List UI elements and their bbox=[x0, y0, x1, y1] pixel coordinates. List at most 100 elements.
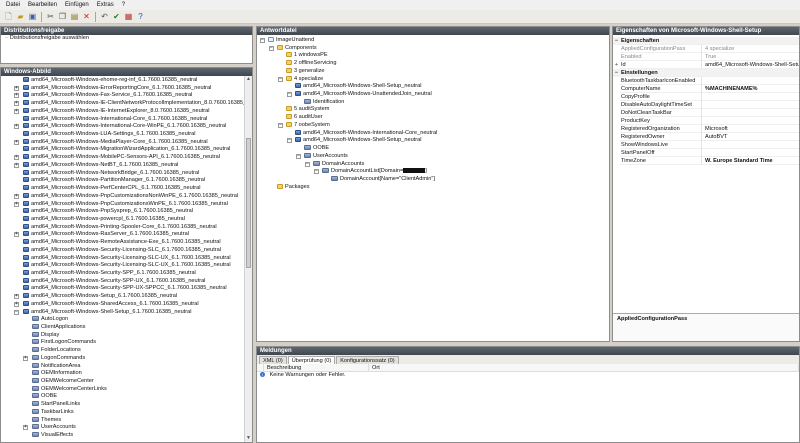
collapse-icon[interactable]: − bbox=[296, 153, 301, 159]
copy-icon[interactable]: ❐ bbox=[57, 11, 68, 22]
undo-icon[interactable]: ↶ bbox=[99, 11, 110, 22]
expand-icon[interactable]: + bbox=[14, 301, 19, 307]
tree-item[interactable]: amd64_Microsoft-Windows-ehome-reg-inf_6.… bbox=[23, 77, 252, 85]
new-icon[interactable]: 🗋 bbox=[3, 11, 14, 22]
answer-tree-item[interactable]: Packages bbox=[260, 184, 609, 192]
answer-tree-item[interactable]: 5 auditSystem bbox=[260, 106, 609, 114]
tree-item[interactable]: + amd64_Microsoft-Windows-NetBT_6.1.7600.… bbox=[14, 162, 252, 170]
property-row[interactable]: RegisteredOrganization Microsoft bbox=[613, 125, 799, 133]
property-value[interactable]: %MACHINENAME% bbox=[702, 85, 799, 93]
property-value[interactable] bbox=[702, 141, 799, 149]
property-value[interactable]: True bbox=[702, 53, 799, 61]
expand-icon[interactable]: + bbox=[23, 355, 28, 361]
distribution-share-item[interactable]: – Distributionsfreigabe auswählen bbox=[1, 35, 252, 43]
property-value[interactable]: 4 specialize bbox=[702, 45, 799, 53]
scroll-thumb[interactable] bbox=[246, 138, 251, 268]
collapse-icon[interactable]: − bbox=[314, 169, 319, 175]
answer-tree-item[interactable]: − amd64_Microsoft-Windows-Shell-Setup_neu… bbox=[260, 137, 609, 145]
collapse-icon[interactable]: − bbox=[278, 76, 283, 82]
tree-item[interactable]: + LogonCommands bbox=[23, 355, 252, 363]
create-icon[interactable]: ▦ bbox=[123, 11, 134, 22]
expand-icon[interactable]: + bbox=[14, 232, 19, 238]
property-row[interactable]: DoNotCleanTaskBar bbox=[613, 109, 799, 117]
tree-item[interactable]: NotificationArea bbox=[23, 363, 252, 371]
expand-icon[interactable]: + bbox=[14, 124, 19, 130]
property-value[interactable] bbox=[702, 117, 799, 125]
menu-file[interactable]: Datei bbox=[6, 2, 20, 8]
tree-item[interactable]: StartPanelLinks bbox=[23, 401, 252, 409]
expand-icon[interactable]: + bbox=[14, 108, 19, 114]
property-value[interactable]: W. Europe Standard Time bbox=[702, 157, 799, 165]
property-row[interactable]: BluetoothTaskbarIconEnabled bbox=[613, 77, 799, 85]
message-row[interactable]: i Keine Warnungen oder Fehler. bbox=[257, 372, 799, 380]
property-row[interactable]: ComputerName %MACHINENAME% bbox=[613, 85, 799, 93]
property-value[interactable] bbox=[702, 109, 799, 117]
answer-tree-item[interactable]: − DomainAccountList[Domain=] bbox=[260, 168, 609, 176]
property-row[interactable]: ShowWindowsLive bbox=[613, 141, 799, 149]
tree-item[interactable]: amd64_Microsoft-Windows-Security-Licensi… bbox=[23, 255, 252, 263]
tree-item[interactable]: OEMWelcomeCenterLinks bbox=[23, 386, 252, 394]
expand-icon[interactable]: + bbox=[14, 155, 19, 161]
menu-help[interactable]: ? bbox=[122, 2, 125, 8]
tree-item[interactable]: + amd64_Microsoft-Windows-MediaPlayer-Cor… bbox=[14, 139, 252, 147]
answer-tree-item[interactable]: − Components bbox=[260, 45, 609, 53]
answer-tree-item[interactable]: 6 auditUser bbox=[260, 114, 609, 122]
tree-item[interactable]: amd64_Microsoft-Windows-Security-SPP-UX_… bbox=[23, 278, 252, 286]
property-row[interactable]: +Idamd64_Microsoft-Windows-Shell-Setup_.… bbox=[613, 61, 799, 69]
tree-item[interactable]: TaskbarLinks bbox=[23, 409, 252, 417]
tree-item[interactable]: + amd64_Microsoft-Windows-PnpCustomizatio… bbox=[14, 193, 252, 201]
tree-item[interactable]: + amd64_Microsoft-Windows-ErrorReportingC… bbox=[14, 85, 252, 93]
collapse-icon[interactable]: − bbox=[613, 69, 620, 77]
answer-tree-item[interactable]: − amd64_Microsoft-Windows-UnattendedJoin_… bbox=[260, 91, 609, 99]
tree-item[interactable]: Themes bbox=[23, 417, 252, 425]
tree-item[interactable]: amd64_Microsoft-Windows-powercpl_6.1.760… bbox=[23, 216, 252, 224]
tree-item[interactable]: + amd64_Microsoft-Windows-IE-InternetExpl… bbox=[14, 108, 252, 116]
collapse-icon[interactable]: − bbox=[278, 122, 283, 128]
tab-configuration-set[interactable]: Konfigurationssatz (0) bbox=[336, 356, 399, 364]
tree-item[interactable]: OEMWelcomeCenter bbox=[23, 378, 252, 386]
menu-tools[interactable]: Extras bbox=[97, 2, 114, 8]
tree-item[interactable]: amd64_Microsoft-Windows-Security-SPP-UX-… bbox=[23, 285, 252, 293]
tree-item[interactable]: amd64_Microsoft-Windows-Security-SPP_6.1… bbox=[23, 270, 252, 278]
expand-icon[interactable]: + bbox=[14, 193, 19, 199]
tree-item[interactable]: + amd64_Microsoft-Windows-Fax-Service_6.1… bbox=[14, 92, 252, 100]
tree-item[interactable]: amd64_Microsoft-Windows-Security-Licensi… bbox=[23, 247, 252, 255]
answer-tree-item[interactable]: amd64_Microsoft-Windows-Shell-Setup_neut… bbox=[260, 83, 609, 91]
collapse-icon[interactable]: − bbox=[613, 37, 620, 45]
collapse-icon[interactable]: − bbox=[260, 38, 265, 43]
tree-item[interactable]: + amd64_Microsoft-Windows-IE-ClientNetwor… bbox=[14, 100, 252, 108]
tree-item[interactable]: amd64_Microsoft-Windows-PnpSysprep_6.1.7… bbox=[23, 208, 252, 216]
tree-item[interactable]: amd64_Microsoft-Windows-Security-Licensi… bbox=[23, 262, 252, 270]
collapse-icon[interactable]: − bbox=[269, 45, 274, 51]
property-value[interactable]: amd64_Microsoft-Windows-Shell-Setup_... bbox=[702, 61, 799, 69]
property-value[interactable]: Microsoft bbox=[702, 125, 799, 133]
property-value[interactable] bbox=[702, 93, 799, 101]
tree-item[interactable]: + amd64_Microsoft-Windows-Setup_6.1.7600.… bbox=[14, 293, 252, 301]
property-value[interactable]: AutoBVT bbox=[702, 133, 799, 141]
validate-icon[interactable]: ✔ bbox=[111, 11, 122, 22]
answer-tree-item[interactable]: 1 windowsPE bbox=[260, 52, 609, 60]
tree-item[interactable]: VisualEffects bbox=[23, 432, 252, 440]
tree-item[interactable]: amd64_Microsoft-Windows-MigrationWizardA… bbox=[23, 146, 252, 154]
property-category[interactable]: − Einstellungen bbox=[613, 69, 799, 77]
tree-item[interactable]: amd64_Microsoft-Windows-International-Co… bbox=[23, 116, 252, 124]
tab-validation[interactable]: Überprüfung (0) bbox=[287, 356, 336, 364]
collapse-icon[interactable]: − bbox=[14, 309, 19, 315]
vertical-scrollbar[interactable]: ▲ ▼ bbox=[244, 76, 252, 442]
property-row[interactable]: CopyProfile bbox=[613, 93, 799, 101]
expand-icon[interactable]: + bbox=[14, 93, 19, 99]
answer-tree-item[interactable]: DomainAccount[Name="ClientAdmin"] bbox=[260, 176, 609, 184]
property-row[interactable]: ProductKey bbox=[613, 117, 799, 125]
tree-item[interactable]: Display bbox=[23, 332, 252, 340]
column-location[interactable]: Ort bbox=[369, 364, 799, 371]
save-icon[interactable]: ▣ bbox=[27, 11, 38, 22]
property-row[interactable]: DisableAutoDaylightTimeSet bbox=[613, 101, 799, 109]
open-icon[interactable]: ▰ bbox=[15, 11, 26, 22]
answer-tree-item[interactable]: 2 offlineServicing bbox=[260, 60, 609, 68]
expand-icon[interactable]: + bbox=[14, 139, 19, 145]
tree-item[interactable]: OOBE bbox=[23, 393, 252, 401]
expand-icon[interactable]: + bbox=[14, 85, 19, 91]
tree-item[interactable]: amd64_Microsoft-Windows-LUA-Settings_6.1… bbox=[23, 131, 252, 139]
scroll-down-icon[interactable]: ▼ bbox=[245, 435, 252, 442]
tree-item[interactable]: amd64_Microsoft-Windows-PerfCenterCPL_6.… bbox=[23, 185, 252, 193]
